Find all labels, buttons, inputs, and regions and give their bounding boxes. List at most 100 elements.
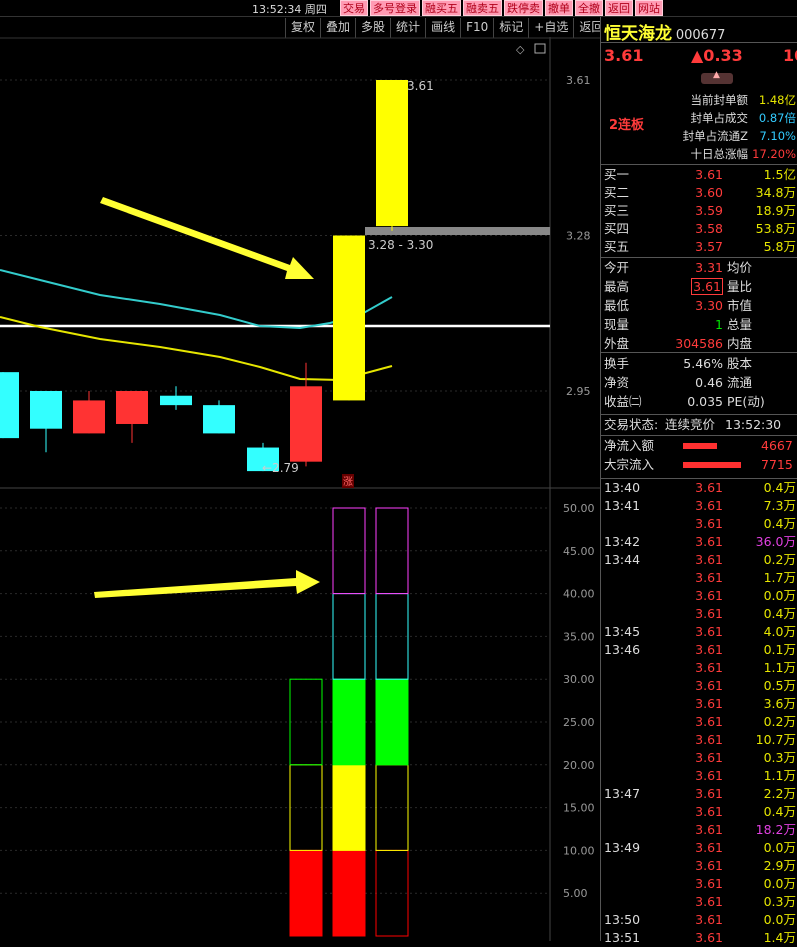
fin-label: 换手 [604,356,630,371]
tick-volume: 18.2万 [755,822,796,837]
settings-icon[interactable]: ◇ [516,43,525,56]
quote-right-label: 量比 [727,279,753,294]
tick-price: 3.61 [695,696,723,711]
candle[interactable] [160,395,192,406]
bid-row: 买三 3.59 18.9万 [601,202,797,220]
fin-row: 换手 5.46% 股本 [601,355,797,373]
tick-row: 3.61 10.7万 [601,731,797,749]
tick-volume: 0.4万 [763,606,796,621]
tick-volume: 2.9万 [763,858,796,873]
tick-row: 3.61 0.3万 [601,893,797,911]
tick-volume: 0.4万 [763,516,796,531]
quote-label: 最低 [604,298,630,313]
tick-volume: 1.1万 [763,660,796,675]
menu-margin-sell[interactable]: 融卖五 [463,0,502,16]
tick-price: 3.61 [695,678,723,693]
bid-price: 3.60 [695,185,723,200]
tick-row: 13:45 3.61 4.0万 [601,623,797,641]
menu-multi-login[interactable]: 多号登录 [370,0,420,16]
quote-value: 3.30 [695,298,723,313]
candle[interactable] [203,405,235,434]
tick-time: 13:44 [604,552,641,567]
trade-status-row: 交易状态: 连续竞价 13:52:30 [604,417,782,432]
quote-label: 外盘 [604,336,630,351]
kline-chart[interactable]: 3.61 3.28 2.95 50.00 45.00 40.00 35.00 30.00 25.… [0,17,600,941]
tick-price: 3.61 [695,624,723,639]
tick-price: 3.61 [695,876,723,891]
tick-price: 3.61 [695,480,723,495]
price-high-label: 3.61 [407,79,434,93]
tick-volume: 0.5万 [763,678,796,693]
seal-value: 17.20% [752,147,796,161]
tick-volume: 0.2万 [763,714,796,729]
menu-margin-buy[interactable]: 融买五 [422,0,461,16]
price-axis-tick: 3.61 [566,74,591,87]
tick-price: 3.61 [695,552,723,567]
tick-time: 13:51 [604,930,641,945]
candle[interactable] [376,80,408,227]
tick-time: 13:49 [604,840,641,855]
tick-price: 3.61 [695,840,723,855]
tick-price: 3.61 [695,642,723,657]
stock-title: 恒天海龙 000677 [604,19,725,44]
tick-price: 3.61 [695,516,723,531]
collapse-toggle[interactable]: ▲ [701,70,733,84]
flow-bar [683,443,717,449]
menu-trade[interactable]: 交易 [340,0,368,16]
flow-label: 大宗流入 [604,457,655,472]
tick-row: 3.61 0.4万 [601,515,797,533]
tick-price: 3.61 [695,894,723,909]
tick-time: 13:45 [604,624,641,639]
tick-row: 3.61 1.1万 [601,659,797,677]
candle[interactable] [30,391,62,429]
menu-cancel-all[interactable]: 全撤 [575,0,603,16]
fin-value: 0.035 [687,394,723,409]
tick-volume: 3.6万 [763,696,796,711]
indicator-axis-tick: 10.00 [563,844,595,857]
fin-right-label: 股本 [727,356,753,371]
quote-value: 3.31 [695,260,723,275]
tick-row: 3.61 1.7万 [601,569,797,587]
seal-label: 当前封单额 [690,93,749,107]
change-percent: 10 [783,46,797,65]
fin-right-label: 流通 [727,375,753,390]
bid-label: 买四 [604,221,630,236]
tick-time: 13:42 [604,534,641,549]
candle[interactable] [73,400,105,434]
bid-row: 买二 3.60 34.8万 [601,184,797,202]
bid-label: 买二 [604,185,630,200]
fin-value: 0.46 [695,375,723,390]
quote-value: 3.61 [691,278,723,295]
menu-limit-down-sell[interactable]: 跌停卖 [504,0,543,16]
menu-back[interactable]: 返回 [605,0,633,16]
quote-row: 外盘 304586 内盘 [601,335,797,353]
candle[interactable] [116,391,148,424]
tick-row: 13:44 3.61 0.2万 [601,551,797,569]
menu-website[interactable]: 网站 [635,0,663,16]
seal-row: 十日总涨幅 17.20% [601,145,797,163]
tick-time: 13:46 [604,642,641,657]
indicator-axis-tick: 5.00 [563,887,588,900]
tick-row: 3.61 0.5万 [601,677,797,695]
candle[interactable] [290,386,322,462]
tick-row: 3.61 1.1万 [601,767,797,785]
candle[interactable] [0,372,19,439]
quote-panel: 恒天海龙 000677 3.61 ▲0.33 10 ▲ 2连板 交易状态: 连续… [600,17,797,945]
quote-value: 1 [715,317,723,332]
tick-price: 3.61 [695,750,723,765]
window-icon[interactable] [534,43,546,54]
tick-row: 3.61 0.2万 [601,713,797,731]
bid-label: 买五 [604,239,630,254]
bid-volume: 18.9万 [755,203,796,218]
price-range-bar [365,227,550,235]
flow-bar [683,462,741,468]
quote-row: 最高 3.61 量比 [601,278,797,296]
tick-price: 3.61 [695,606,723,621]
tick-price: 3.61 [695,732,723,747]
candle[interactable] [333,235,365,401]
tick-price: 3.61 [695,570,723,585]
bid-row: 买一 3.61 1.5亿 [601,166,797,184]
fin-right-label: PE(动) [727,394,765,409]
bid-price: 3.59 [695,203,723,218]
menu-cancel[interactable]: 撤单 [545,0,573,16]
